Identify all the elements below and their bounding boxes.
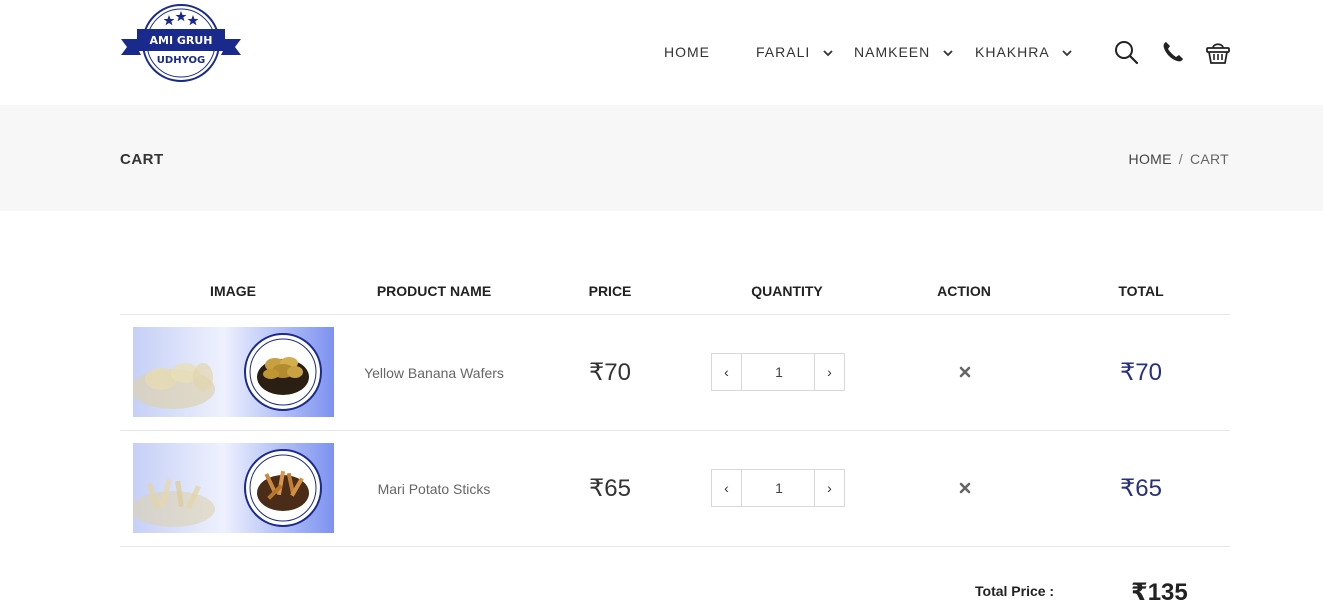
column-header-total: TOTAL bbox=[1118, 283, 1164, 299]
nav-namkeen[interactable]: NAMKEEN bbox=[854, 44, 953, 60]
quantity-decrease-button[interactable]: ‹ bbox=[712, 354, 742, 390]
search-icon[interactable] bbox=[1113, 39, 1139, 65]
nav-home[interactable]: HOME bbox=[664, 44, 710, 60]
quantity-stepper: ‹ › bbox=[711, 353, 845, 391]
cart-table: IMAGE PRODUCT NAME PRICE QUANTITY ACTION… bbox=[120, 270, 1230, 547]
product-name[interactable]: Yellow Banana Wafers bbox=[364, 365, 504, 381]
product-price: ₹65 bbox=[589, 475, 631, 502]
product-image[interactable] bbox=[133, 443, 334, 533]
nav-home-label: HOME bbox=[664, 44, 710, 60]
breadcrumb-current: CART bbox=[1189, 151, 1229, 167]
breadcrumb: HOME / CART bbox=[1129, 151, 1229, 167]
phone-icon[interactable] bbox=[1160, 39, 1186, 65]
page-header-band: CART HOME / CART bbox=[0, 105, 1323, 211]
column-header-image: IMAGE bbox=[210, 283, 256, 299]
total-price-label: Total Price : bbox=[975, 583, 1055, 599]
chevron-down-icon bbox=[943, 50, 953, 57]
svg-text:UDHYOG: UDHYOG bbox=[157, 55, 205, 66]
svg-text:AMI GRUH: AMI GRUH bbox=[149, 34, 212, 47]
nav-namkeen-label: NAMKEEN bbox=[854, 44, 931, 60]
quantity-decrease-button[interactable]: ‹ bbox=[712, 470, 742, 506]
row-total: ₹65 bbox=[1120, 475, 1162, 502]
quantity-increase-button[interactable]: › bbox=[814, 354, 844, 390]
brand-logo[interactable]: AMI GRUH UDHYOG bbox=[119, 3, 243, 85]
column-header-quantity: QUANTITY bbox=[751, 283, 823, 299]
column-header-price: PRICE bbox=[588, 283, 632, 299]
basket-icon[interactable] bbox=[1205, 39, 1231, 65]
total-price-value: ₹135 bbox=[1131, 579, 1188, 606]
remove-item-icon[interactable] bbox=[958, 365, 972, 379]
breadcrumb-separator: / bbox=[1178, 151, 1183, 167]
quantity-increase-button[interactable]: › bbox=[814, 470, 844, 506]
breadcrumb-home[interactable]: HOME bbox=[1129, 151, 1172, 167]
table-row: Yellow Banana Wafers ₹70 ‹ › ₹70 bbox=[120, 315, 1230, 431]
nav-farali[interactable]: FARALI bbox=[756, 44, 833, 60]
nav-khakhra-label: KHAKHRA bbox=[975, 44, 1050, 60]
product-name[interactable]: Mari Potato Sticks bbox=[378, 481, 491, 497]
page-title: CART bbox=[120, 151, 164, 168]
quantity-stepper: ‹ › bbox=[711, 469, 845, 507]
table-row: Mari Potato Sticks ₹65 ‹ › ₹65 bbox=[120, 431, 1230, 547]
product-image[interactable] bbox=[133, 327, 334, 417]
table-header: IMAGE PRODUCT NAME PRICE QUANTITY ACTION… bbox=[120, 270, 1230, 315]
quantity-input[interactable] bbox=[742, 470, 816, 506]
quantity-input[interactable] bbox=[742, 354, 816, 390]
column-header-action: ACTION bbox=[937, 283, 991, 299]
chevron-down-icon bbox=[823, 50, 833, 57]
nav-farali-label: FARALI bbox=[756, 44, 811, 60]
remove-item-icon[interactable] bbox=[958, 481, 972, 495]
nav-khakhra[interactable]: KHAKHRA bbox=[975, 44, 1072, 60]
column-header-product-name: PRODUCT NAME bbox=[376, 283, 492, 299]
site-header: AMI GRUH UDHYOG HOME FARALI NAMKEEN KHAK… bbox=[0, 0, 1323, 105]
product-price: ₹70 bbox=[589, 359, 631, 386]
chevron-down-icon bbox=[1062, 50, 1072, 57]
row-total: ₹70 bbox=[1120, 359, 1162, 386]
